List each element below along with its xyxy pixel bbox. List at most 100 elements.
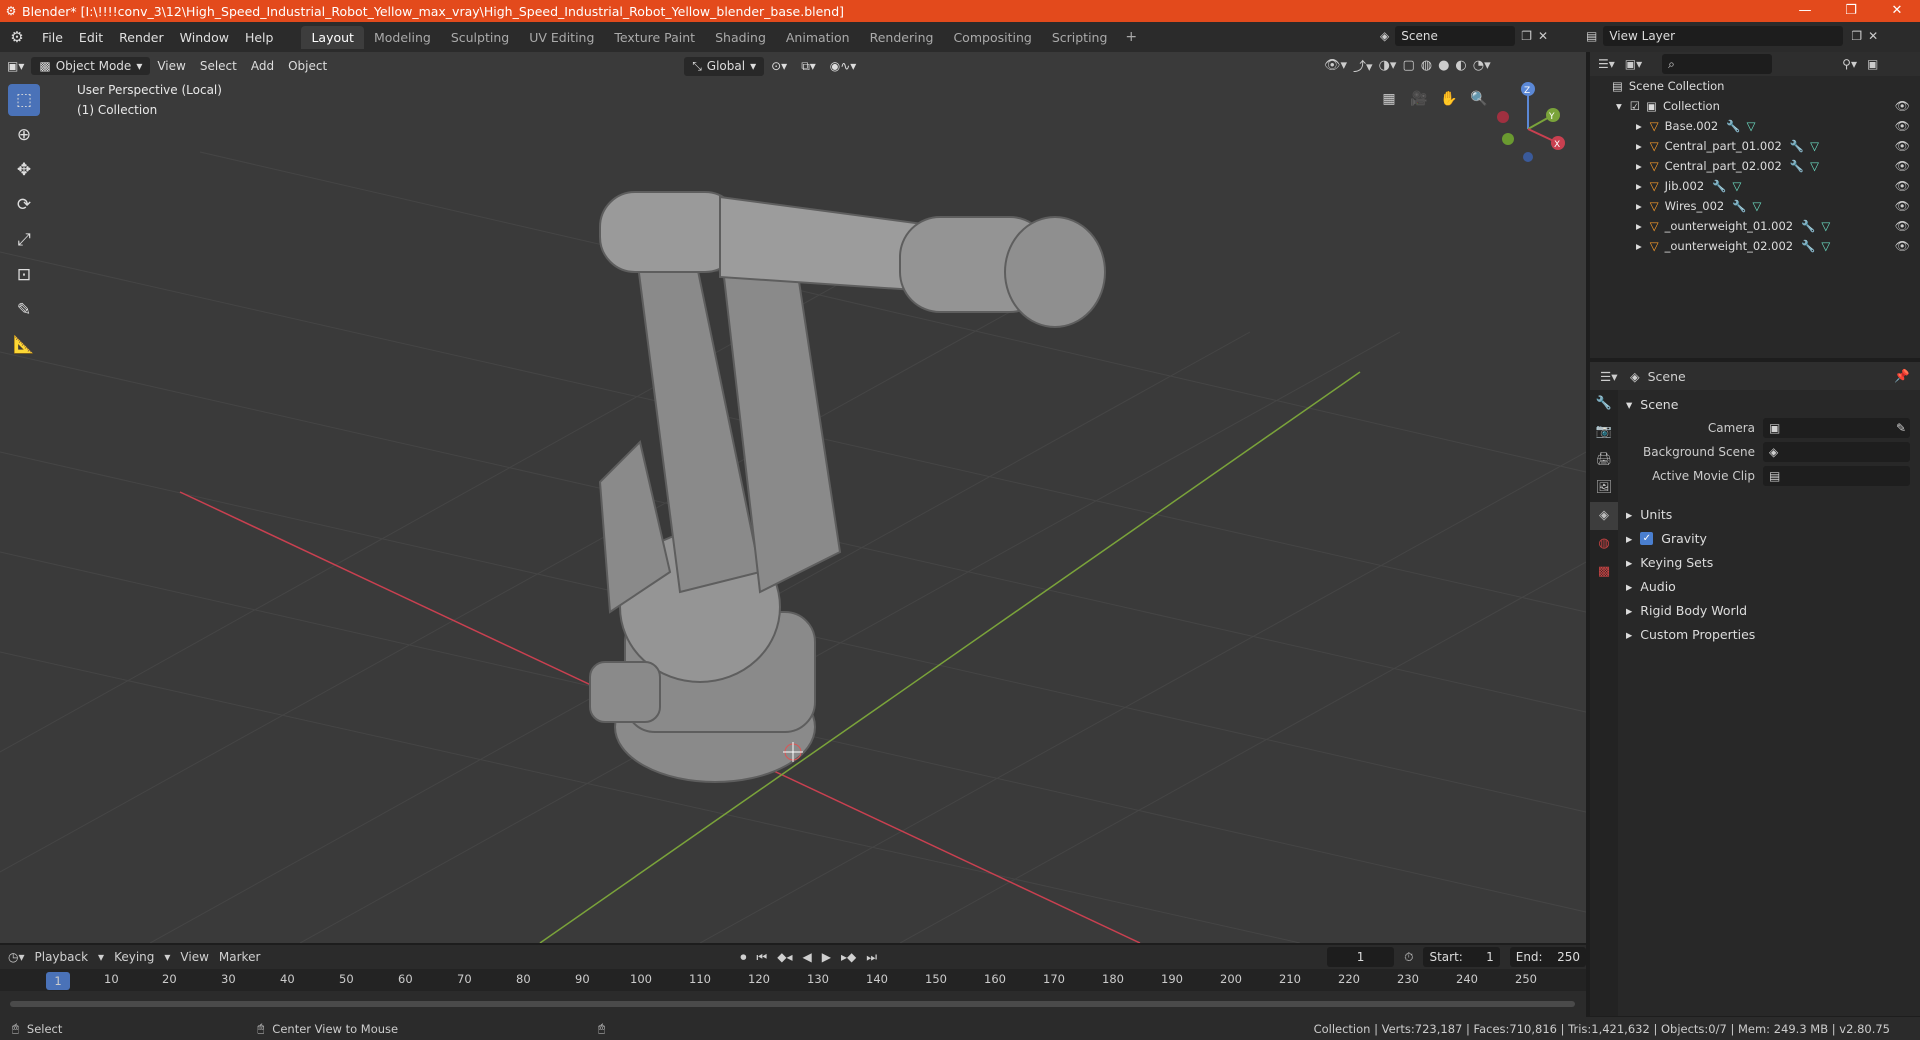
transform-tool-icon[interactable]: ⊡ bbox=[8, 259, 40, 291]
expand-arrow-icon[interactable]: ▸ bbox=[1636, 239, 1642, 253]
editor-type-icon[interactable]: ☰▾ bbox=[1600, 369, 1617, 384]
gizmo-icon[interactable]: ⤴▾ bbox=[1353, 56, 1373, 75]
gravity-section[interactable]: ▸ ✓ Gravity bbox=[1618, 526, 1920, 550]
scene-tab-icon[interactable]: ◈ bbox=[1590, 502, 1618, 530]
wireframe-shading-icon[interactable]: ◍ bbox=[1421, 58, 1432, 73]
material-shading-icon[interactable]: ◐ bbox=[1455, 58, 1466, 73]
pan-hand-icon[interactable]: ✋ bbox=[1438, 88, 1460, 110]
editor-type-icon[interactable]: ◷▾ bbox=[8, 950, 25, 964]
units-section[interactable]: ▸ Units bbox=[1618, 502, 1920, 526]
expand-arrow-icon[interactable]: ▸ bbox=[1636, 119, 1642, 133]
camera-view-icon[interactable]: 🎥 bbox=[1408, 88, 1430, 110]
pivot-icon[interactable]: ⊙▾ bbox=[764, 57, 794, 75]
blender-menu-icon[interactable]: ⚙ bbox=[0, 28, 34, 46]
menu-file[interactable]: File bbox=[34, 30, 71, 45]
current-frame-marker[interactable]: 1 bbox=[46, 972, 70, 990]
menu-view[interactable]: View bbox=[180, 950, 208, 964]
eye-icon[interactable]: 👁 bbox=[1895, 219, 1910, 233]
mesh-data-icon[interactable]: ▽ bbox=[1810, 159, 1819, 173]
rigid-body-world-section[interactable]: ▸ Rigid Body World bbox=[1618, 598, 1920, 622]
transform-orientation-dropdown[interactable]: ⤡ Global ▾ bbox=[684, 56, 765, 76]
proportional-edit-icon[interactable]: ◉∿▾ bbox=[823, 57, 864, 75]
menu-add[interactable]: Add bbox=[244, 57, 281, 75]
restore-button[interactable]: ❐ bbox=[1828, 0, 1874, 22]
grid-view-icon[interactable]: ▦ bbox=[1378, 88, 1400, 110]
menu-keying[interactable]: Keying bbox=[114, 950, 154, 964]
mesh-data-icon[interactable]: ▽ bbox=[1753, 199, 1762, 213]
cursor-tool-icon[interactable]: ⊕ bbox=[8, 119, 40, 151]
view-layer-selector[interactable]: ▤ View Layer ❐ ✕ bbox=[1586, 26, 1906, 46]
texture-tab-icon[interactable]: ▩ bbox=[1590, 558, 1618, 586]
xray-icon[interactable]: ▢ bbox=[1402, 58, 1414, 73]
audio-section[interactable]: ▸ Audio bbox=[1618, 574, 1920, 598]
rotate-tool-icon[interactable]: ⟳ bbox=[8, 189, 40, 221]
new-scene-icon[interactable]: ❐ bbox=[1521, 29, 1532, 43]
scene-section-header[interactable]: ▾ Scene bbox=[1618, 392, 1920, 416]
filter-icon[interactable]: ⚲▾ bbox=[1842, 57, 1857, 71]
display-mode-icon[interactable]: ▣▾ bbox=[1625, 57, 1642, 71]
minimize-button[interactable]: — bbox=[1782, 0, 1828, 22]
delete-scene-icon[interactable]: ✕ bbox=[1538, 29, 1548, 43]
close-button[interactable]: ✕ bbox=[1874, 0, 1920, 22]
solid-shading-icon[interactable]: ● bbox=[1438, 58, 1449, 73]
tab-uv-editing[interactable]: UV Editing bbox=[519, 26, 604, 49]
start-frame-field[interactable]: Start: 1 bbox=[1423, 947, 1500, 967]
add-workspace-icon[interactable]: + bbox=[1117, 29, 1145, 45]
outliner-row-object[interactable]: ▸ ▽ Central_part_02.002 🔧 ▽ 👁 bbox=[1590, 156, 1920, 176]
tab-modeling[interactable]: Modeling bbox=[364, 26, 441, 49]
delete-view-layer-icon[interactable]: ✕ bbox=[1868, 29, 1878, 43]
3d-viewport[interactable]: ▣▾ ▩ Object Mode ▾ View Select Add Object … bbox=[0, 52, 1586, 943]
visibility-icon[interactable]: 👁▾ bbox=[1324, 58, 1347, 73]
modifier-wrench-icon[interactable]: 🔧 bbox=[1712, 179, 1726, 193]
gravity-checkbox[interactable]: ✓ bbox=[1640, 531, 1654, 545]
eye-icon[interactable]: 👁 bbox=[1895, 239, 1910, 253]
object-mode-dropdown[interactable]: ▩ Object Mode ▾ bbox=[31, 57, 151, 75]
mesh-data-icon[interactable]: ▽ bbox=[1732, 179, 1741, 193]
checkbox-icon[interactable]: ☑ bbox=[1630, 99, 1640, 113]
menu-window[interactable]: Window bbox=[172, 30, 237, 45]
next-keyframe-icon[interactable]: ▸◆ bbox=[841, 950, 856, 964]
scale-tool-icon[interactable]: ⤢ bbox=[8, 224, 40, 256]
outliner-row-object[interactable]: ▸ ▽ Jib.002 🔧 ▽ 👁 bbox=[1590, 176, 1920, 196]
eye-icon[interactable]: 👁 bbox=[1895, 139, 1910, 153]
view-layer-tab-icon[interactable]: 🖼 bbox=[1590, 474, 1618, 502]
move-tool-icon[interactable]: ✥ bbox=[8, 154, 40, 186]
menu-render[interactable]: Render bbox=[111, 30, 172, 45]
jump-end-icon[interactable]: ⏭ bbox=[866, 950, 877, 965]
overlay-icon[interactable]: ◑▾ bbox=[1379, 58, 1397, 73]
modifier-wrench-icon[interactable]: 🔧 bbox=[1801, 219, 1815, 233]
outliner-search-input[interactable]: ⌕ bbox=[1662, 54, 1773, 74]
menu-object[interactable]: Object bbox=[281, 57, 334, 75]
tab-rendering[interactable]: Rendering bbox=[860, 26, 944, 49]
expand-arrow-icon[interactable]: ▸ bbox=[1636, 199, 1642, 213]
pin-icon[interactable]: 📌 bbox=[1894, 368, 1910, 384]
annotate-tool-icon[interactable]: ✎ bbox=[8, 294, 40, 326]
outliner-row-object[interactable]: ▸ ▽ Central_part_01.002 🔧 ▽ 👁 bbox=[1590, 136, 1920, 156]
frame-ruler[interactable]: 1 10 20 30 40 50 60 70 80 90 100 110 120… bbox=[0, 969, 1586, 991]
outliner-row-collection[interactable]: ▾ ☑ ▣ Collection 👁 bbox=[1590, 96, 1920, 116]
mesh-data-icon[interactable]: ▽ bbox=[1810, 139, 1819, 153]
outliner-row-object[interactable]: ▸ ▽ Base.002 🔧 ▽ 👁 bbox=[1590, 116, 1920, 136]
camera-field[interactable]: ▣ ✎ bbox=[1763, 418, 1910, 438]
snap-icon[interactable]: ⧉▾ bbox=[794, 57, 823, 76]
menu-help[interactable]: Help bbox=[237, 30, 282, 45]
play-reverse-icon[interactable]: ◀ bbox=[802, 950, 811, 964]
custom-properties-section[interactable]: ▸ Custom Properties bbox=[1618, 622, 1920, 646]
modifier-wrench-icon[interactable]: 🔧 bbox=[1790, 139, 1804, 153]
outliner-row-object[interactable]: ▸ ▽ _ounterweight_01.002 🔧 ▽ 👁 bbox=[1590, 216, 1920, 236]
play-icon[interactable]: ▶ bbox=[822, 950, 831, 964]
record-icon[interactable]: ⏺ bbox=[740, 950, 746, 965]
mesh-data-icon[interactable]: ▽ bbox=[1821, 219, 1830, 233]
scene-name-field[interactable]: Scene bbox=[1395, 26, 1516, 46]
render-tab-icon[interactable]: 📷 bbox=[1590, 418, 1618, 446]
output-tab-icon[interactable]: 🖨 bbox=[1590, 446, 1618, 474]
eye-icon[interactable]: 👁 bbox=[1895, 99, 1910, 113]
jump-start-icon[interactable]: ⏮ bbox=[756, 950, 767, 965]
scene-selector[interactable]: ◈ Scene ❐ ✕ bbox=[1380, 26, 1580, 46]
tool-tab-icon[interactable]: 🔧 bbox=[1590, 390, 1618, 418]
editor-type-icon[interactable]: ☰▾ bbox=[1598, 57, 1615, 71]
current-frame-field[interactable]: 1 bbox=[1327, 947, 1395, 967]
menu-marker[interactable]: Marker bbox=[219, 950, 260, 964]
new-collection-icon[interactable]: ▣ bbox=[1867, 57, 1878, 71]
eye-icon[interactable]: 👁 bbox=[1895, 119, 1910, 133]
